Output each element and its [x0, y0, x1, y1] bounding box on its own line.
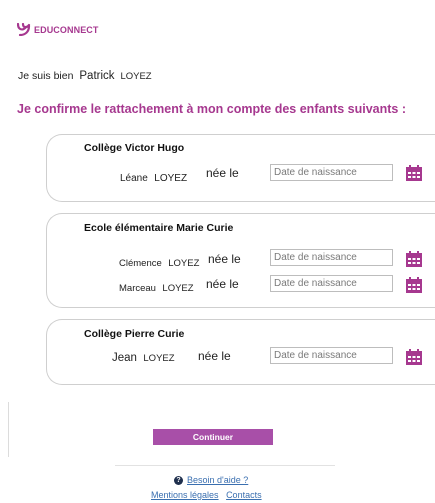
school-card-1: Collège Victor Hugo Léane LOYEZ née le	[46, 134, 435, 202]
question-circle-icon: ?	[174, 475, 183, 485]
school-card-3: Collège Pierre Curie Jean LOYEZ née le	[46, 319, 435, 385]
birthdate-input[interactable]	[270, 275, 393, 292]
educonnect-logo: EDUCONNECT	[17, 23, 99, 36]
child-first-name: Marceau	[119, 283, 156, 294]
child-last-name: LOYEZ	[143, 353, 175, 364]
footer-divider	[115, 465, 335, 466]
child-row: Léane LOYEZ	[120, 168, 187, 186]
school-name: Collège Pierre Curie	[84, 328, 185, 340]
born-label: née le	[198, 349, 231, 363]
help-row: ? Besoin d'aide ?	[174, 475, 248, 485]
confirm-heading: Je confirme le rattachement à mon compte…	[17, 102, 407, 116]
contacts-link[interactable]: Contacts	[226, 490, 262, 500]
educonnect-logo-icon	[17, 23, 31, 36]
child-row: Marceau LOYEZ	[119, 278, 194, 296]
child-last-name: LOYEZ	[162, 283, 194, 294]
footer-links: Mentions légales Contacts	[151, 490, 262, 500]
child-last-name: LOYEZ	[168, 258, 200, 269]
birthdate-input[interactable]	[270, 249, 393, 266]
born-label: née le	[208, 252, 241, 266]
birthdate-input[interactable]	[270, 164, 393, 181]
school-name: Collège Victor Hugo	[84, 142, 185, 154]
child-last-name: LOYEZ	[154, 173, 188, 184]
child-row: Clémence LOYEZ	[119, 253, 199, 271]
continue-button[interactable]: Continuer	[153, 429, 273, 445]
brand-name: EDUCONNECT	[34, 24, 99, 35]
child-row: Jean LOYEZ	[112, 348, 175, 366]
parent-last-name: LOYEZ	[120, 71, 152, 82]
birthdate-input[interactable]	[270, 347, 393, 364]
identity-line: Je suis bien Patrick LOYEZ	[18, 70, 152, 82]
child-first-name: Léane	[120, 173, 148, 184]
legal-link[interactable]: Mentions légales	[151, 490, 219, 500]
school-card-2: Ecole élémentaire Marie Curie Clémence L…	[46, 213, 435, 308]
calendar-icon[interactable]	[405, 277, 423, 294]
born-label: née le	[206, 277, 239, 291]
child-first-name: Jean	[112, 352, 137, 364]
calendar-icon[interactable]	[405, 349, 423, 366]
child-first-name: Clémence	[119, 258, 162, 269]
identity-text: Je suis bien	[18, 70, 74, 82]
left-divider	[8, 402, 9, 457]
school-name: Ecole élémentaire Marie Curie	[84, 222, 234, 234]
calendar-icon[interactable]	[405, 251, 423, 268]
help-link[interactable]: Besoin d'aide ?	[187, 475, 248, 485]
calendar-icon[interactable]	[405, 165, 423, 182]
parent-first-name: Patrick	[79, 70, 115, 82]
born-label: née le	[206, 166, 239, 180]
